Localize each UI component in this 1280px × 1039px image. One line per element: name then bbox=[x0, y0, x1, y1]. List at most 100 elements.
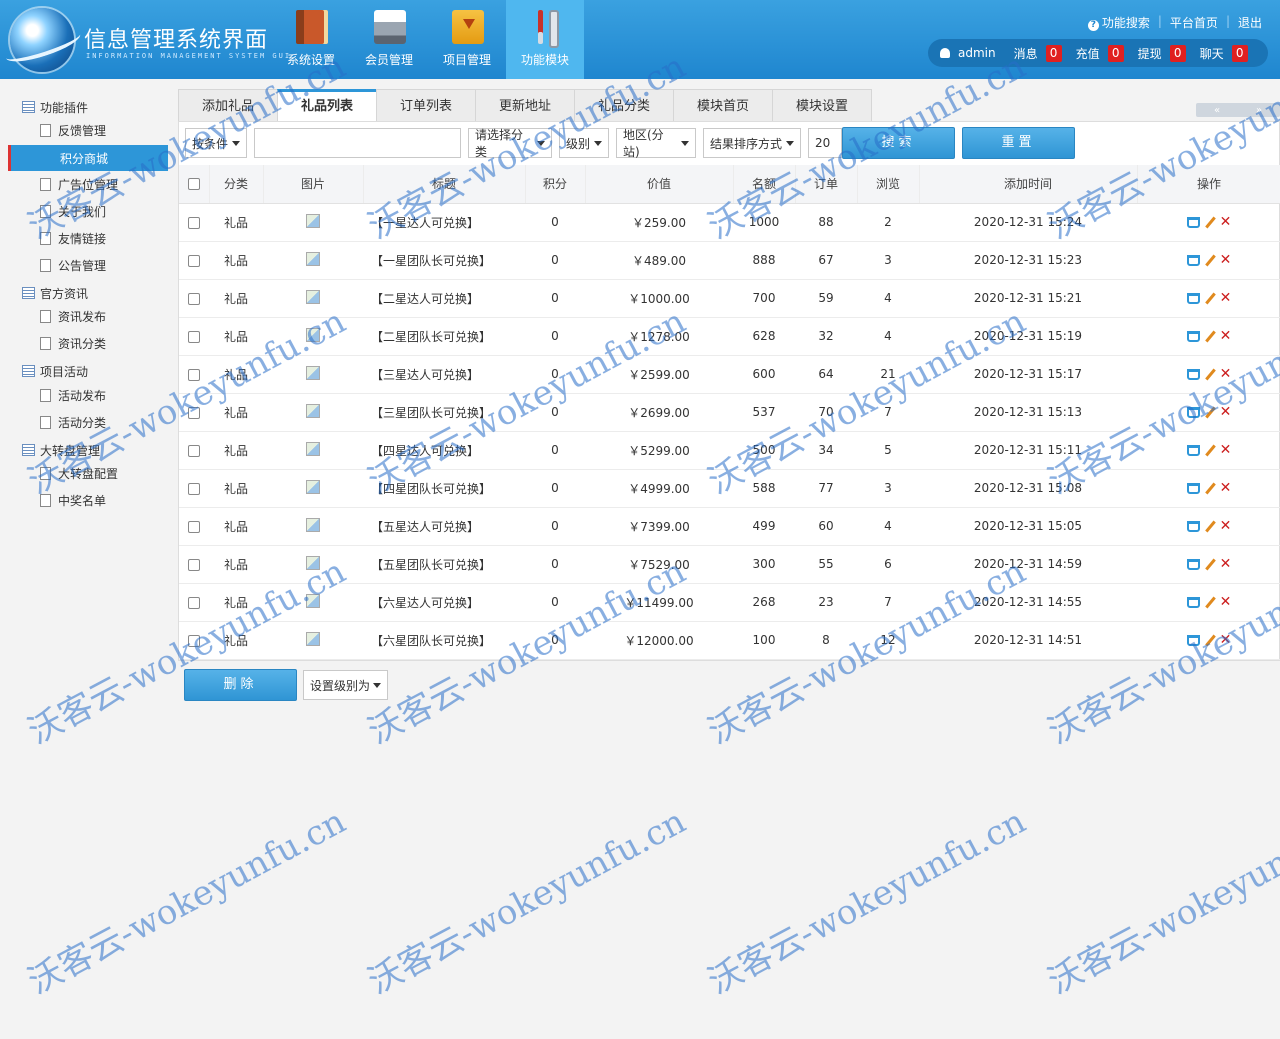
pencil-icon[interactable] bbox=[1204, 292, 1216, 304]
delete-x-icon[interactable]: ✕ bbox=[1220, 328, 1232, 344]
pencil-icon[interactable] bbox=[1204, 330, 1216, 342]
row-orders[interactable]: 60 bbox=[795, 507, 857, 546]
delete-x-icon[interactable]: ✕ bbox=[1220, 366, 1232, 382]
row-checkbox[interactable] bbox=[188, 558, 200, 571]
delete-x-icon[interactable]: ✕ bbox=[1220, 442, 1232, 458]
cart-icon[interactable] bbox=[1186, 406, 1200, 418]
sort-select[interactable]: 结果排序方式 bbox=[703, 128, 801, 158]
sidebar-item-winners[interactable]: 中奖名单 bbox=[40, 491, 106, 509]
tab-scroll-arrows[interactable]: « » bbox=[1196, 103, 1280, 117]
pencil-icon[interactable] bbox=[1204, 368, 1216, 380]
row-title[interactable]: 【二星团队长可兑换】 bbox=[363, 317, 525, 356]
delete-x-icon[interactable]: ✕ bbox=[1220, 594, 1232, 610]
broken-image-icon[interactable] bbox=[306, 479, 320, 494]
cart-icon[interactable] bbox=[1186, 444, 1200, 456]
row-title[interactable]: 【四星团队长可兑换】 bbox=[363, 469, 525, 508]
row-checkbox[interactable] bbox=[188, 520, 200, 533]
cart-icon[interactable] bbox=[1186, 216, 1200, 228]
col-orders[interactable]: 订单 bbox=[795, 165, 858, 204]
row-title[interactable]: 【五星团队长可兑换】 bbox=[363, 545, 525, 584]
row-title[interactable]: 【一星团队长可兑换】 bbox=[363, 241, 525, 280]
delete-x-icon[interactable]: ✕ bbox=[1220, 404, 1232, 420]
row-title[interactable]: 【三星团队长可兑换】 bbox=[363, 393, 525, 432]
row-checkbox[interactable] bbox=[188, 406, 200, 419]
broken-image-icon[interactable] bbox=[306, 251, 320, 266]
sidebar-item-points-mall[interactable]: 积分商城 bbox=[8, 145, 168, 171]
row-checkbox[interactable] bbox=[188, 368, 200, 381]
keyword-input[interactable] bbox=[254, 128, 461, 158]
broken-image-icon[interactable] bbox=[306, 517, 320, 532]
category-select[interactable]: 请选择分类 bbox=[468, 128, 552, 159]
row-orders[interactable]: 88 bbox=[795, 203, 857, 242]
tab-update-address[interactable]: 更新地址 bbox=[475, 89, 575, 121]
row-orders[interactable]: 70 bbox=[795, 393, 857, 432]
row-title[interactable]: 【三星达人可兑换】 bbox=[363, 355, 525, 394]
level-select[interactable]: 级别 bbox=[559, 128, 609, 158]
recharge-link[interactable]: 充值 bbox=[1076, 45, 1100, 62]
cart-icon[interactable] bbox=[1186, 254, 1200, 266]
tab-order-list[interactable]: 订单列表 bbox=[376, 89, 476, 121]
tab-add-gift[interactable]: 添加礼品 bbox=[178, 89, 278, 121]
sidebar-group-activities[interactable]: 项目活动 bbox=[22, 362, 88, 380]
col-views[interactable]: 浏览 bbox=[857, 165, 920, 204]
broken-image-icon[interactable] bbox=[306, 441, 320, 456]
row-orders[interactable]: 64 bbox=[795, 355, 857, 394]
delete-x-icon[interactable]: ✕ bbox=[1220, 632, 1232, 648]
cart-icon[interactable] bbox=[1186, 292, 1200, 304]
sidebar-item-wheel-config[interactable]: 大转盘配置 bbox=[40, 464, 118, 482]
select-all-checkbox[interactable] bbox=[187, 178, 200, 191]
sidebar-item-activity-publish[interactable]: 活动发布 bbox=[40, 386, 106, 404]
sidebar-group-news[interactable]: 官方资讯 bbox=[22, 284, 88, 302]
messages-link[interactable]: 消息 bbox=[1014, 45, 1038, 62]
tab-module-settings[interactable]: 模块设置 bbox=[772, 89, 872, 121]
username[interactable]: admin bbox=[958, 46, 996, 60]
col-quota[interactable]: 名额 bbox=[733, 165, 796, 204]
pencil-icon[interactable] bbox=[1204, 406, 1216, 418]
broken-image-icon[interactable] bbox=[306, 213, 320, 228]
sidebar-item-feedback[interactable]: 反馈管理 bbox=[40, 121, 106, 139]
pencil-icon[interactable] bbox=[1204, 558, 1216, 570]
row-checkbox[interactable] bbox=[188, 482, 200, 495]
pencil-icon[interactable] bbox=[1204, 596, 1216, 608]
row-checkbox[interactable] bbox=[188, 216, 200, 229]
sidebar-group-wheel[interactable]: 大转盘管理 bbox=[22, 441, 100, 459]
delete-x-icon[interactable]: ✕ bbox=[1220, 252, 1232, 268]
broken-image-icon[interactable] bbox=[306, 289, 320, 304]
row-checkbox[interactable] bbox=[188, 596, 200, 609]
row-orders[interactable]: 8 bbox=[795, 621, 857, 660]
reset-button[interactable]: 重置 bbox=[962, 127, 1075, 159]
sidebar-item-news-publish[interactable]: 资讯发布 bbox=[40, 307, 106, 325]
tab-gift-list[interactable]: 礼品列表 bbox=[277, 89, 377, 121]
sidebar-item-links[interactable]: 友情链接 bbox=[40, 229, 106, 247]
scroll-right-icon[interactable]: » bbox=[1256, 105, 1262, 116]
nav-system-settings[interactable]: 系统设置 bbox=[272, 0, 350, 79]
col-value[interactable]: 价值 bbox=[585, 165, 734, 204]
row-title[interactable]: 【一星达人可兑换】 bbox=[363, 203, 525, 242]
sidebar-item-notices[interactable]: 公告管理 bbox=[40, 256, 106, 274]
row-checkbox[interactable] bbox=[188, 292, 200, 305]
row-title[interactable]: 【六星团队长可兑换】 bbox=[363, 621, 525, 660]
broken-image-icon[interactable] bbox=[306, 403, 320, 418]
row-title[interactable]: 【四星达人可兑换】 bbox=[363, 431, 525, 470]
row-orders[interactable]: 77 bbox=[795, 469, 857, 508]
withdraw-link[interactable]: 提现 bbox=[1138, 45, 1162, 62]
nav-function-modules[interactable]: 功能模块 bbox=[506, 0, 584, 79]
row-orders[interactable]: 34 bbox=[795, 431, 857, 470]
function-search-link[interactable]: ? 功能搜索 bbox=[1087, 14, 1150, 31]
pencil-icon[interactable] bbox=[1204, 482, 1216, 494]
pencil-icon[interactable] bbox=[1204, 254, 1216, 266]
cart-icon[interactable] bbox=[1186, 482, 1200, 494]
row-checkbox[interactable] bbox=[188, 330, 200, 343]
row-orders[interactable]: 55 bbox=[795, 545, 857, 584]
pencil-icon[interactable] bbox=[1204, 634, 1216, 646]
row-title[interactable]: 【六星达人可兑换】 bbox=[363, 583, 525, 622]
col-title[interactable]: 标题 bbox=[363, 165, 526, 204]
delete-x-icon[interactable]: ✕ bbox=[1220, 290, 1232, 306]
chat-link[interactable]: 聊天 bbox=[1200, 45, 1224, 62]
delete-x-icon[interactable]: ✕ bbox=[1220, 556, 1232, 572]
condition-select[interactable]: 按条件 bbox=[185, 128, 247, 158]
set-level-select[interactable]: 设置级别为 bbox=[303, 670, 388, 700]
page-size-input[interactable]: 20 bbox=[808, 128, 842, 158]
nav-project-management[interactable]: 项目管理 bbox=[428, 0, 506, 79]
search-button[interactable]: 搜索 bbox=[842, 127, 955, 159]
